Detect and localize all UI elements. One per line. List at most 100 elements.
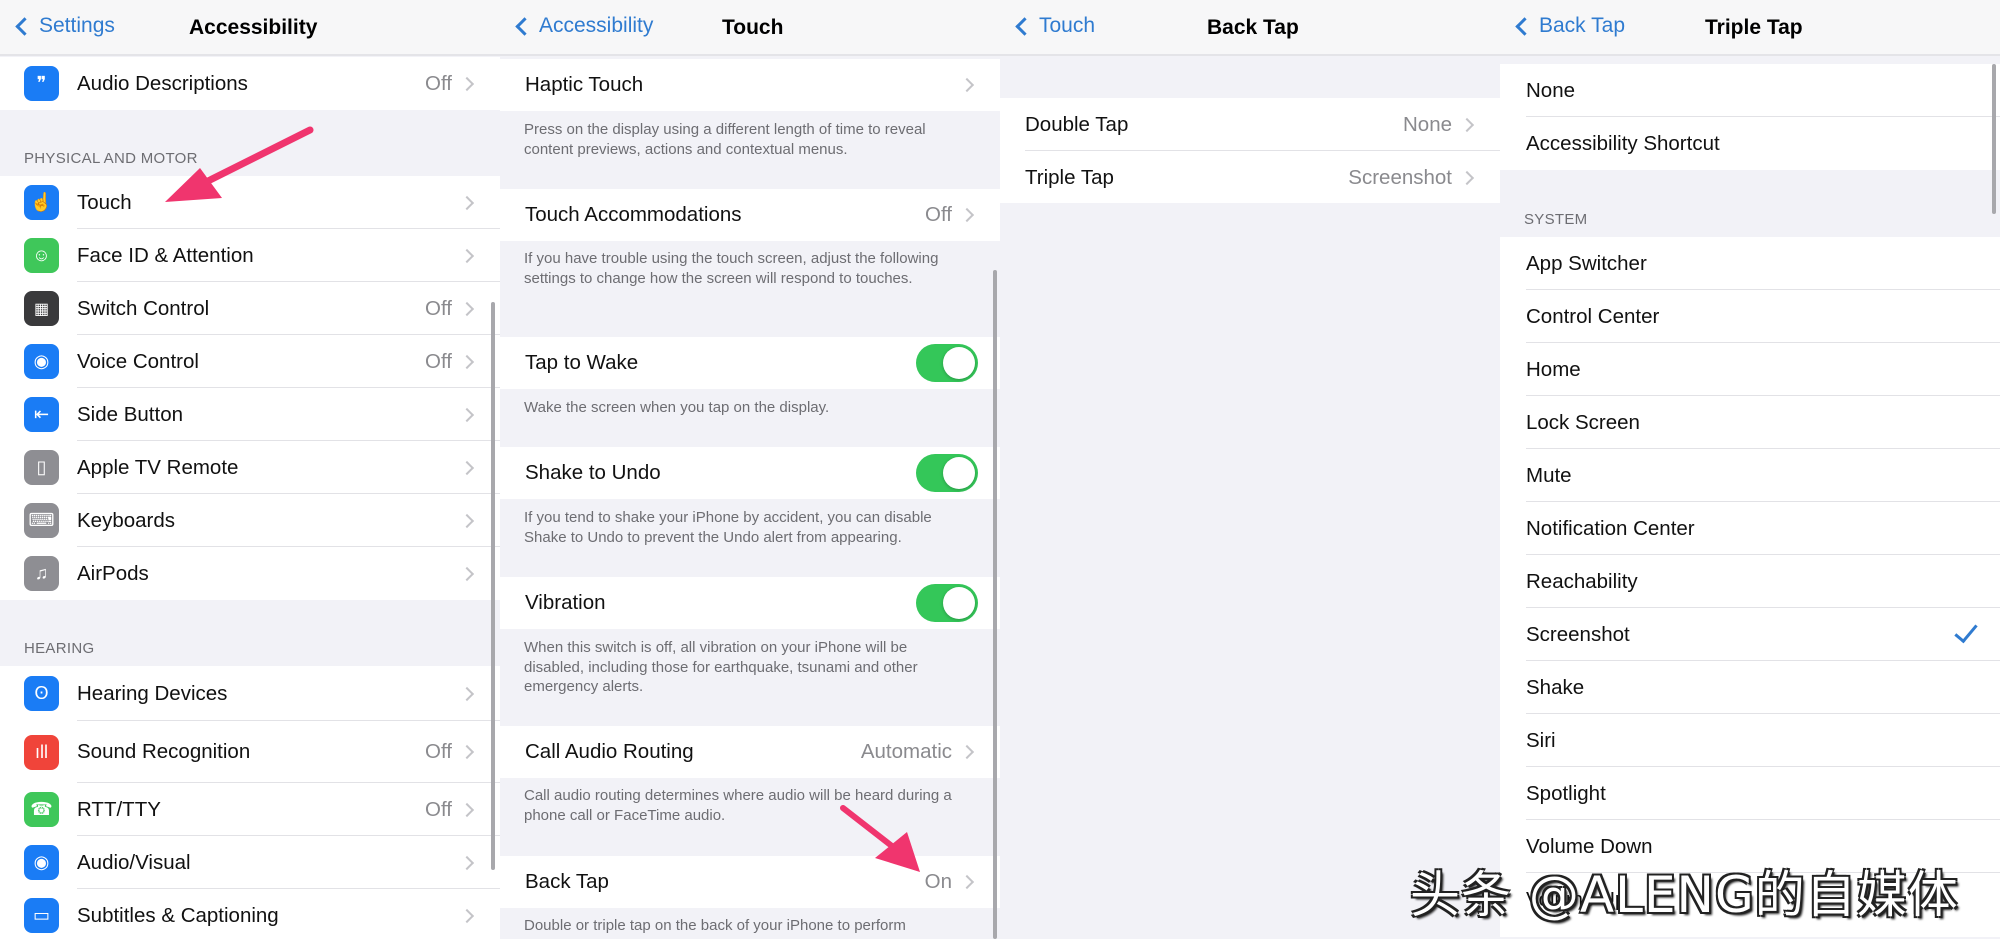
list-item[interactable]: ıll Sound Recognition Off <box>0 721 500 783</box>
chevron-right-icon <box>459 686 475 701</box>
list-item-back-tap[interactable]: Back Tap On <box>500 856 1000 908</box>
list-item[interactable]: ◉ Voice Control Off <box>0 335 500 388</box>
scrollbar[interactable] <box>491 302 495 870</box>
list-item[interactable]: ☺ Face ID & Attention <box>0 229 500 282</box>
list-item[interactable]: ❞ Audio Descriptions Off <box>0 57 500 110</box>
settings-group: Call Audio Routing Automatic <box>500 726 1000 778</box>
list-item-double-tap[interactable]: Double Tap None <box>1000 98 1500 151</box>
option-row[interactable]: Lock Screen <box>1500 396 2000 449</box>
nav-bar: Back Tap Triple Tap <box>1500 0 2000 56</box>
footer-description: If you tend to shake your iPhone by acci… <box>524 509 932 546</box>
row-value: Off <box>425 797 452 821</box>
list-item-call-audio-routing[interactable]: Call Audio Routing Automatic <box>500 726 1000 778</box>
footer-description: Wake the screen when you tap on the disp… <box>524 399 830 416</box>
triple-tap-panel: Back Tap Triple Tap None Accessibility S… <box>1500 0 2000 939</box>
option-label: Screenshot <box>1526 622 1630 646</box>
option-label: Accessibility Shortcut <box>1526 131 1720 155</box>
row-label: Keyboards <box>77 508 176 532</box>
option-label: Control Center <box>1526 304 1660 328</box>
footer-description: Double or triple tap on the back of your… <box>524 917 906 934</box>
chevron-right-icon <box>459 301 475 316</box>
row-value: Off <box>425 740 452 763</box>
nav-bar: Accessibility Touch <box>500 0 1000 56</box>
option-row[interactable]: App Switcher <box>1500 237 2000 290</box>
page-title: Triple Tap <box>1705 16 1803 39</box>
airpods-icon: ♫ <box>24 556 59 591</box>
tty-phone-icon: ☎ <box>24 792 59 827</box>
option-row[interactable]: Mute <box>1500 449 2000 502</box>
row-label: AirPods <box>77 561 149 585</box>
list-item[interactable]: ʘ Hearing Devices <box>0 666 500 721</box>
footer-description: When this switch is off, all vibration o… <box>524 639 918 695</box>
row-label: Face ID & Attention <box>77 243 254 267</box>
option-row[interactable]: None <box>1500 64 2000 117</box>
row-label: Call Audio Routing <box>525 740 694 763</box>
list-item-vibration: Vibration <box>500 577 1000 629</box>
back-button[interactable]: Touch <box>1014 14 1095 38</box>
settings-group: Vibration <box>500 577 1000 629</box>
scrollbar[interactable] <box>993 270 997 939</box>
chevron-right-icon <box>459 744 475 760</box>
option-row[interactable]: Home <box>1500 343 2000 396</box>
section-header: HEARING <box>24 640 95 657</box>
option-row[interactable]: Siri <box>1500 714 2000 767</box>
list-item[interactable]: ▦ Switch Control Off <box>0 282 500 335</box>
chevron-right-icon <box>959 874 975 890</box>
option-label: Lock Screen <box>1526 410 1640 434</box>
page-title: Back Tap <box>1207 16 1299 39</box>
option-row[interactable]: Notification Center <box>1500 502 2000 555</box>
option-row[interactable]: Shake <box>1500 661 2000 714</box>
scrollbar[interactable] <box>1992 64 1996 214</box>
row-value: On <box>924 870 952 893</box>
section-header: SYSTEM <box>1524 211 1588 228</box>
chevron-right-icon <box>459 248 475 263</box>
row-value: None <box>1402 112 1452 136</box>
voice-control-icon: ◉ <box>24 344 59 379</box>
touch-hand-icon: ☝ <box>24 185 59 220</box>
row-value: Off <box>925 203 952 226</box>
nav-bar: Touch Back Tap <box>1000 0 1500 56</box>
row-value: Off <box>425 71 452 95</box>
list-item[interactable]: ◉ Audio/Visual <box>0 836 500 889</box>
row-label: Audio Descriptions <box>77 71 248 95</box>
vibration-toggle[interactable] <box>916 584 978 622</box>
chevron-right-icon <box>459 513 475 528</box>
option-row[interactable]: Control Center <box>1500 290 2000 343</box>
row-label: Back Tap <box>525 870 609 893</box>
row-label: Side Button <box>77 402 183 426</box>
list-item[interactable]: ▯ Apple TV Remote <box>0 441 500 494</box>
system-options-group: App Switcher Control Center Home Lock Scree… <box>1500 237 2000 937</box>
list-item[interactable]: ♫ AirPods <box>0 547 500 600</box>
option-row[interactable]: Reachability <box>1500 555 2000 608</box>
back-button[interactable]: Settings <box>14 14 115 38</box>
chevron-left-icon <box>515 16 534 36</box>
checkmark-icon <box>1954 618 1978 644</box>
row-label: Switch Control <box>77 296 210 320</box>
list-item-touch[interactable]: ☝ Touch <box>0 176 500 229</box>
option-label: None <box>1526 78 1576 102</box>
list-item-touch-accommodations[interactable]: Touch Accommodations Off <box>500 189 1000 241</box>
back-button[interactable]: Accessibility <box>514 14 653 38</box>
back-label: Settings <box>39 14 115 37</box>
chevron-right-icon <box>959 207 975 223</box>
chevron-right-icon <box>959 744 975 760</box>
option-row[interactable]: Screenshot <box>1500 608 2000 661</box>
chevron-right-icon <box>459 76 475 91</box>
list-item[interactable]: ⇤ Side Button <box>0 388 500 441</box>
shake-to-undo-toggle[interactable] <box>916 454 978 492</box>
chevron-right-icon <box>459 802 475 817</box>
switch-control-icon: ▦ <box>24 291 59 326</box>
back-button[interactable]: Back Tap <box>1514 14 1625 38</box>
list-item[interactable]: ▭ Subtitles & Captioning <box>0 889 500 939</box>
option-row[interactable]: Accessibility Shortcut <box>1500 117 2000 170</box>
list-item-haptic-touch[interactable]: Haptic Touch <box>500 59 1000 111</box>
list-item-triple-tap[interactable]: Triple Tap Screenshot <box>1000 151 1500 204</box>
tap-to-wake-toggle[interactable] <box>916 344 978 382</box>
back-tap-group: Double Tap None Triple Tap Screenshot <box>1000 98 1500 203</box>
row-label: Apple TV Remote <box>77 455 239 479</box>
list-item[interactable]: ☎ RTT/TTY Off <box>0 783 500 836</box>
settings-group: ❞ Audio Descriptions Off <box>0 57 500 110</box>
list-item[interactable]: ⌨ Keyboards <box>0 494 500 547</box>
row-label: Subtitles & Captioning <box>77 903 279 927</box>
option-row[interactable]: Spotlight <box>1500 767 2000 820</box>
